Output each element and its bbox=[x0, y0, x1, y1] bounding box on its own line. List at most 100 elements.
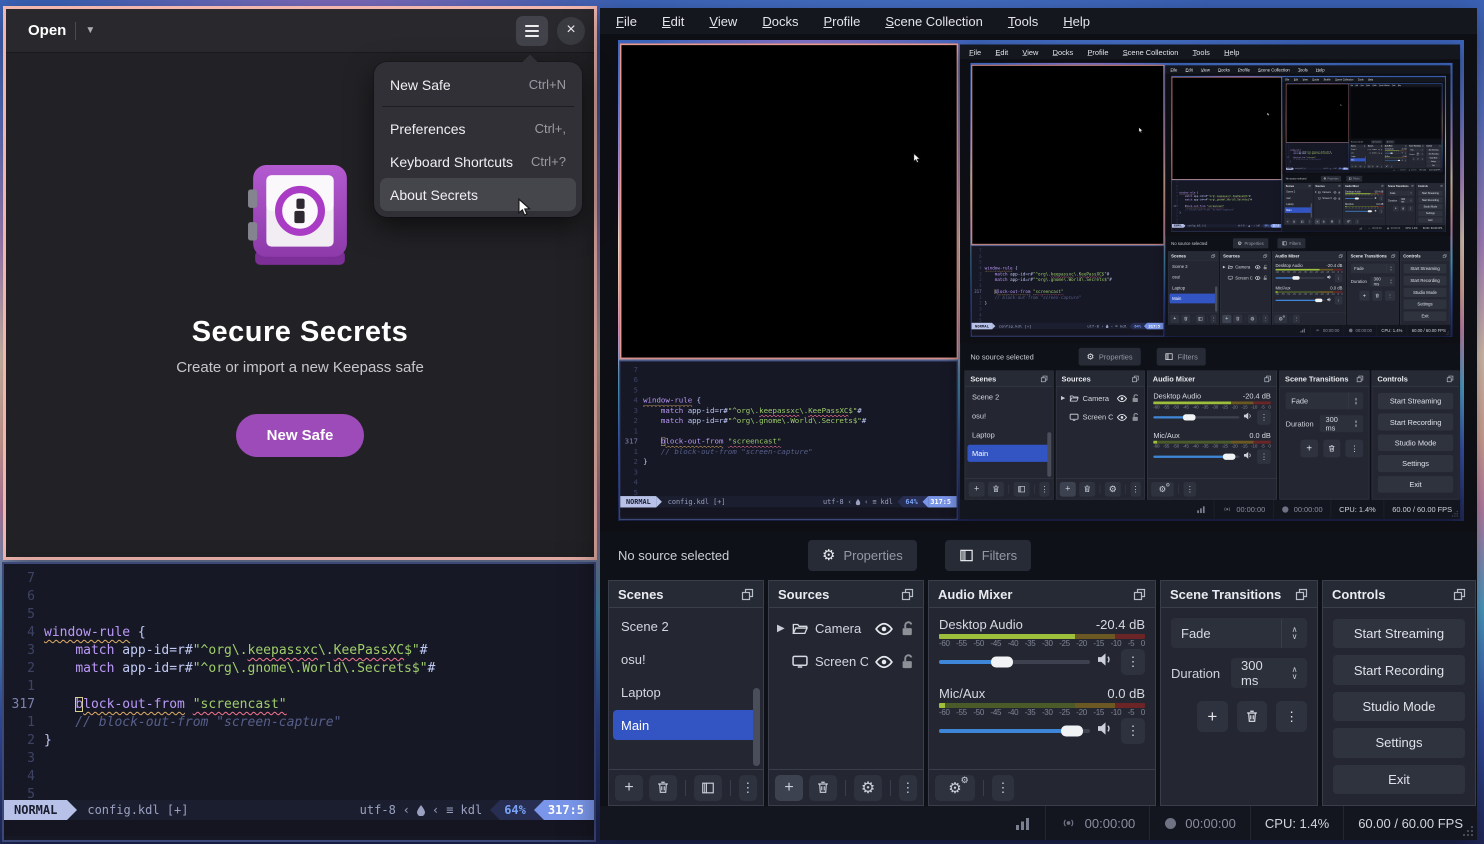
remove-transition-button[interactable] bbox=[1372, 291, 1382, 301]
open-safe-button[interactable]: Open ▼ bbox=[20, 16, 103, 46]
speaker-icon[interactable] bbox=[1402, 152, 1404, 154]
visibility-eye-icon[interactable] bbox=[1117, 413, 1127, 421]
popout-icon[interactable] bbox=[901, 588, 914, 601]
popout-icon[interactable] bbox=[1264, 375, 1271, 382]
menubar-item-file[interactable]: File bbox=[616, 14, 637, 29]
popout-icon[interactable] bbox=[1339, 254, 1343, 258]
visibility-eye-icon[interactable] bbox=[1255, 276, 1261, 281]
vim-code-area[interactable]: 7654window-rule {3 match app-id=r#"^org\… bbox=[972, 246, 1164, 323]
studio-mode-button[interactable]: Studio Mode bbox=[1418, 204, 1442, 209]
start-streaming-button[interactable]: Start Streaming bbox=[1418, 190, 1442, 195]
scenes-menu-button[interactable]: ⋮ bbox=[1308, 219, 1311, 224]
scene-item[interactable]: Main bbox=[613, 710, 759, 740]
source-row[interactable]: ▶Screen Ca bbox=[1314, 195, 1343, 201]
source-row[interactable]: ▶Camera bbox=[1220, 262, 1270, 273]
settings-button[interactable]: Settings bbox=[1418, 211, 1442, 216]
scene-item[interactable]: Scene 2 bbox=[1285, 189, 1312, 195]
remove-transition-button[interactable] bbox=[1400, 206, 1406, 212]
spinner-arrows-icon[interactable]: ∧∨ bbox=[1421, 154, 1424, 155]
visibility-eye-icon[interactable] bbox=[1378, 149, 1380, 150]
popout-icon[interactable] bbox=[1338, 185, 1340, 187]
menubar-item-scene-collection[interactable]: Scene Collection bbox=[1258, 67, 1290, 72]
transition-menu-button[interactable]: ⋮ bbox=[1346, 440, 1363, 458]
mixer-header[interactable]: Audio Mixer bbox=[1272, 252, 1345, 261]
transition-select[interactable]: Fade ∧∨ bbox=[1409, 148, 1423, 151]
volume-slider[interactable] bbox=[1345, 198, 1373, 199]
lock-open-icon[interactable] bbox=[900, 654, 914, 669]
remove-source-button[interactable] bbox=[1233, 315, 1242, 323]
visibility-eye-icon[interactable] bbox=[1255, 265, 1261, 270]
popout-icon[interactable] bbox=[1411, 185, 1413, 187]
mixer-menu-button[interactable]: ⋮ bbox=[992, 775, 1014, 801]
lock-open-icon[interactable] bbox=[900, 621, 914, 636]
expand-caret-icon[interactable]: ▶ bbox=[1061, 395, 1066, 401]
popout-icon[interactable] bbox=[1356, 375, 1363, 382]
remove-scene-button[interactable] bbox=[1181, 315, 1190, 323]
controls-header[interactable]: Controls bbox=[1372, 371, 1459, 386]
menubar-item-help[interactable]: Help bbox=[1368, 78, 1373, 81]
menubar-item-docks[interactable]: Docks bbox=[1053, 48, 1074, 57]
menubar-item-view[interactable]: View bbox=[1303, 78, 1308, 81]
popout-icon[interactable] bbox=[1381, 185, 1383, 187]
scenes-menu-button[interactable]: ⋮ bbox=[1039, 482, 1049, 497]
transitions-header[interactable]: Scene Transitions bbox=[1280, 371, 1369, 386]
source-properties-button[interactable]: ⚙ bbox=[1105, 482, 1121, 497]
popout-icon[interactable] bbox=[1263, 254, 1267, 258]
transition-menu-button[interactable]: ⋮ bbox=[1276, 701, 1307, 732]
visibility-eye-icon[interactable] bbox=[1378, 152, 1380, 153]
remove-scene-button[interactable] bbox=[649, 775, 677, 801]
resize-grip[interactable] bbox=[1442, 228, 1444, 230]
menubar-item-view[interactable]: View bbox=[1201, 67, 1210, 72]
source-row[interactable]: ▶Camera bbox=[1056, 389, 1144, 408]
expand-caret-icon[interactable]: ▶ bbox=[1315, 191, 1316, 193]
transition-menu-button[interactable]: ⋮ bbox=[1421, 157, 1424, 160]
lock-open-icon[interactable] bbox=[1131, 394, 1139, 403]
scrollbar[interactable] bbox=[1047, 432, 1051, 476]
speaker-icon[interactable] bbox=[1374, 209, 1377, 213]
popout-icon[interactable] bbox=[1405, 145, 1406, 146]
start-streaming-button[interactable]: Start Streaming bbox=[1427, 149, 1441, 152]
advanced-audio-button[interactable]: ⚙⚙ bbox=[1274, 315, 1287, 323]
menubar-item-tools[interactable]: Tools bbox=[1193, 48, 1210, 57]
properties-button[interactable]: ⚙ Properties bbox=[1079, 348, 1141, 366]
duration-spinbox[interactable]: 300 ms ∧∨ bbox=[1399, 198, 1413, 204]
remove-source-button[interactable] bbox=[1079, 482, 1095, 497]
start-streaming-button[interactable]: Start Streaming bbox=[1333, 619, 1465, 648]
scene-item[interactable]: Laptop bbox=[967, 426, 1050, 443]
add-transition-button[interactable]: + bbox=[1359, 291, 1369, 301]
visibility-eye-icon[interactable] bbox=[875, 655, 893, 669]
controls-header[interactable]: Controls bbox=[1323, 581, 1475, 608]
popout-icon[interactable] bbox=[1381, 145, 1382, 146]
scene-item[interactable]: Scene 2 bbox=[613, 611, 759, 641]
popout-icon[interactable] bbox=[1453, 588, 1466, 601]
remove-scene-button[interactable] bbox=[988, 482, 1004, 497]
scrollbar[interactable] bbox=[1311, 203, 1312, 217]
menubar-item-scene-collection[interactable]: Scene Collection bbox=[885, 14, 983, 29]
spinner-arrows-icon[interactable]: ∧∨ bbox=[1409, 199, 1414, 202]
slider-handle[interactable] bbox=[1355, 197, 1359, 199]
scene-filters-button[interactable] bbox=[1014, 482, 1030, 497]
add-transition-button[interactable]: + bbox=[1197, 701, 1228, 732]
volume-slider[interactable] bbox=[1276, 277, 1325, 278]
menubar-item-edit[interactable]: Edit bbox=[662, 14, 684, 29]
remove-transition-button[interactable] bbox=[1416, 157, 1419, 160]
filters-button[interactable]: Filters bbox=[1385, 140, 1394, 143]
menubar-item-view[interactable]: View bbox=[1022, 48, 1038, 57]
transitions-header[interactable]: Scene Transitions bbox=[1348, 252, 1399, 261]
add-scene-button[interactable]: + bbox=[1170, 315, 1179, 323]
spinner-arrows-icon[interactable]: ∧∨ bbox=[1282, 626, 1307, 640]
filters-button[interactable]: Filters bbox=[1346, 176, 1362, 182]
speaker-icon[interactable] bbox=[1374, 197, 1377, 201]
transition-menu-button[interactable]: ⋮ bbox=[1408, 206, 1414, 212]
start-streaming-button[interactable]: Start Streaming bbox=[1378, 393, 1453, 410]
volume-slider[interactable] bbox=[1153, 456, 1239, 458]
spinner-arrows-icon[interactable]: ∧∨ bbox=[1409, 192, 1414, 195]
speaker-icon[interactable] bbox=[1327, 275, 1333, 282]
scenes-menu-button[interactable]: ⋮ bbox=[1210, 315, 1216, 323]
transitions-header[interactable]: Scene Transitions bbox=[1161, 581, 1317, 608]
duration-spinbox[interactable]: 300 ms ∧∨ bbox=[1231, 658, 1307, 688]
scene-item[interactable]: Laptop bbox=[1285, 201, 1312, 207]
sources-header[interactable]: Sources bbox=[1056, 371, 1144, 386]
source-properties-button[interactable]: ⚙ bbox=[854, 775, 882, 801]
scene-filters-button[interactable] bbox=[1196, 315, 1205, 323]
